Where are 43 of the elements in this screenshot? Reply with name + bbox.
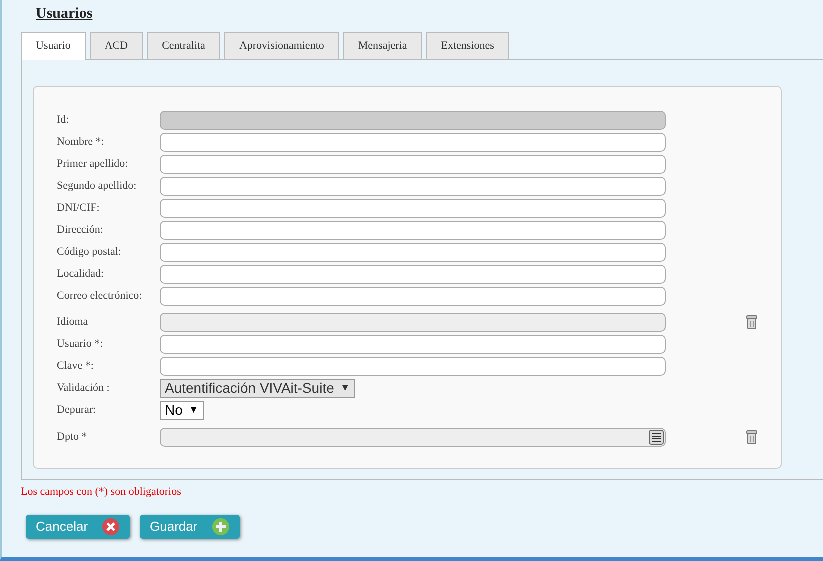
input-field[interactable] xyxy=(160,264,666,284)
input-field[interactable] xyxy=(160,154,666,174)
required-note: Los campos con (*) son obligatorios xyxy=(21,485,182,500)
field-label: Segundo apellido: xyxy=(57,178,138,194)
field-label: Correo electrónico: xyxy=(57,288,144,304)
tab[interactable]: Usuario xyxy=(21,32,86,60)
field-label: DNI/CIF: xyxy=(57,200,101,216)
field-label: Id: xyxy=(57,112,70,128)
page-title: Usuarios xyxy=(36,5,94,23)
input-field[interactable] xyxy=(160,220,666,240)
tab[interactable]: Aprovisionamiento xyxy=(224,32,340,59)
input-field[interactable] xyxy=(160,110,666,130)
field-label: Clave *: xyxy=(57,358,95,374)
input-field[interactable] xyxy=(160,132,666,152)
field-label: Idioma xyxy=(57,314,90,330)
field-label: Nombre *: xyxy=(57,134,106,150)
field-label: Código postal: xyxy=(57,244,122,260)
trash-icon[interactable] xyxy=(746,314,758,330)
input-field[interactable] xyxy=(160,356,666,376)
field-label: Validación : xyxy=(57,380,111,396)
select-field[interactable]: Autentificación VIVAit-Suite ▼ xyxy=(160,378,356,398)
input-field[interactable] xyxy=(160,334,666,354)
plus-icon xyxy=(212,518,230,536)
input-field[interactable] xyxy=(160,286,666,306)
input-field[interactable] xyxy=(160,198,666,218)
field-label: Usuario *: xyxy=(57,336,104,352)
input-field[interactable] xyxy=(160,242,666,262)
input-field[interactable] xyxy=(160,428,666,446)
field-label: Dirección: xyxy=(57,222,104,238)
field-label: Dpto * xyxy=(57,430,88,445)
field-label: Localidad: xyxy=(57,266,106,282)
list-icon[interactable] xyxy=(649,430,664,444)
tab[interactable]: Mensajeria xyxy=(343,32,422,59)
trash-icon[interactable] xyxy=(746,430,758,444)
tab[interactable]: Centralita xyxy=(147,32,220,59)
input-field[interactable] xyxy=(160,176,666,196)
select-field[interactable]: No ▼ xyxy=(160,400,204,420)
close-icon xyxy=(102,518,120,536)
input-field[interactable] xyxy=(160,312,666,332)
field-label: Depurar: xyxy=(57,402,98,418)
field-label: Primer apellido: xyxy=(57,156,130,172)
tab[interactable]: Extensiones xyxy=(426,32,510,59)
tab[interactable]: ACD xyxy=(90,32,144,59)
